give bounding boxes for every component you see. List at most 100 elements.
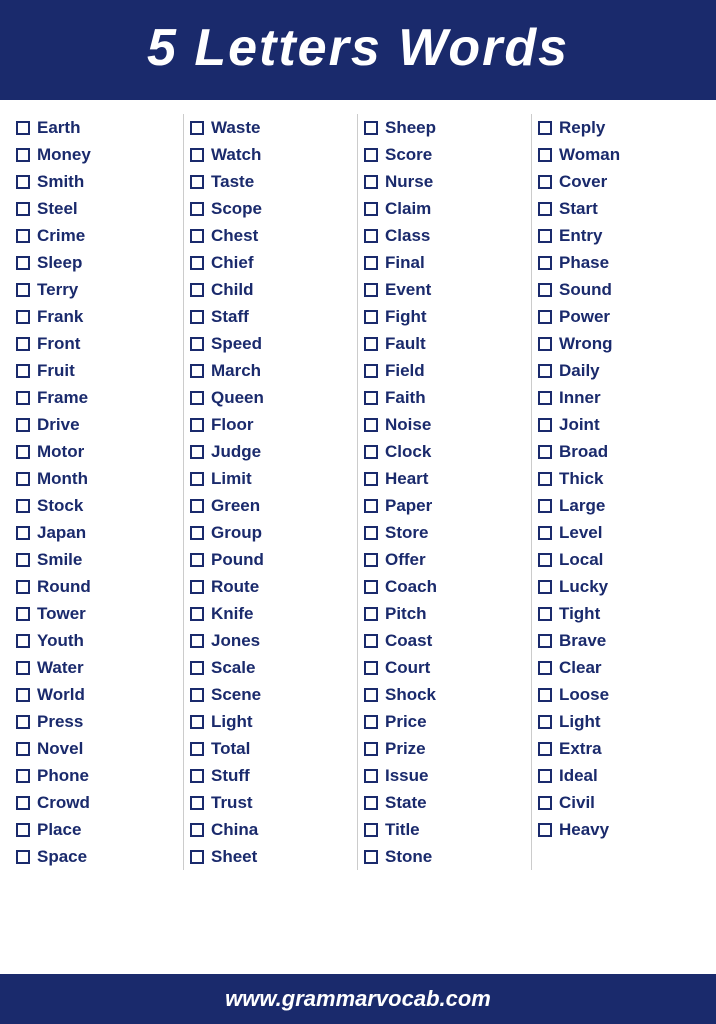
checkbox-icon[interactable] xyxy=(538,418,552,432)
word-item[interactable]: China xyxy=(188,816,353,843)
checkbox-icon[interactable] xyxy=(364,688,378,702)
word-item[interactable]: Judge xyxy=(188,438,353,465)
word-item[interactable]: Earth xyxy=(14,114,179,141)
word-item[interactable]: Press xyxy=(14,708,179,735)
checkbox-icon[interactable] xyxy=(364,742,378,756)
checkbox-icon[interactable] xyxy=(364,850,378,864)
word-item[interactable]: Floor xyxy=(188,411,353,438)
word-item[interactable]: Local xyxy=(536,546,702,573)
word-item[interactable]: Thick xyxy=(536,465,702,492)
checkbox-icon[interactable] xyxy=(16,229,30,243)
checkbox-icon[interactable] xyxy=(16,526,30,540)
checkbox-icon[interactable] xyxy=(364,310,378,324)
checkbox-icon[interactable] xyxy=(190,526,204,540)
word-item[interactable]: Scope xyxy=(188,195,353,222)
word-item[interactable]: Round xyxy=(14,573,179,600)
checkbox-icon[interactable] xyxy=(364,418,378,432)
word-item[interactable]: Broad xyxy=(536,438,702,465)
checkbox-icon[interactable] xyxy=(16,688,30,702)
checkbox-icon[interactable] xyxy=(538,823,552,837)
checkbox-icon[interactable] xyxy=(538,364,552,378)
word-item[interactable]: Watch xyxy=(188,141,353,168)
checkbox-icon[interactable] xyxy=(16,121,30,135)
checkbox-icon[interactable] xyxy=(538,742,552,756)
word-item[interactable]: Japan xyxy=(14,519,179,546)
checkbox-icon[interactable] xyxy=(16,202,30,216)
checkbox-icon[interactable] xyxy=(190,121,204,135)
word-item[interactable]: Class xyxy=(362,222,527,249)
checkbox-icon[interactable] xyxy=(538,391,552,405)
word-item[interactable]: Shock xyxy=(362,681,527,708)
word-item[interactable]: Ideal xyxy=(536,762,702,789)
checkbox-icon[interactable] xyxy=(190,769,204,783)
checkbox-icon[interactable] xyxy=(538,499,552,513)
word-item[interactable]: Stone xyxy=(362,843,527,870)
word-item[interactable]: Novel xyxy=(14,735,179,762)
word-item[interactable]: Route xyxy=(188,573,353,600)
word-item[interactable]: Civil xyxy=(536,789,702,816)
checkbox-icon[interactable] xyxy=(364,634,378,648)
word-item[interactable]: Sleep xyxy=(14,249,179,276)
checkbox-icon[interactable] xyxy=(190,850,204,864)
word-item[interactable]: Steel xyxy=(14,195,179,222)
checkbox-icon[interactable] xyxy=(190,715,204,729)
word-item[interactable]: Clear xyxy=(536,654,702,681)
word-item[interactable]: Nurse xyxy=(362,168,527,195)
word-item[interactable]: Event xyxy=(362,276,527,303)
checkbox-icon[interactable] xyxy=(190,337,204,351)
word-item[interactable]: Start xyxy=(536,195,702,222)
word-item[interactable]: Level xyxy=(536,519,702,546)
checkbox-icon[interactable] xyxy=(538,607,552,621)
checkbox-icon[interactable] xyxy=(538,229,552,243)
checkbox-icon[interactable] xyxy=(190,202,204,216)
checkbox-icon[interactable] xyxy=(538,472,552,486)
checkbox-icon[interactable] xyxy=(364,499,378,513)
checkbox-icon[interactable] xyxy=(364,472,378,486)
word-item[interactable]: State xyxy=(362,789,527,816)
word-item[interactable]: Final xyxy=(362,249,527,276)
checkbox-icon[interactable] xyxy=(190,634,204,648)
word-item[interactable]: Money xyxy=(14,141,179,168)
word-item[interactable]: Scale xyxy=(188,654,353,681)
checkbox-icon[interactable] xyxy=(538,769,552,783)
word-item[interactable]: Stock xyxy=(14,492,179,519)
word-item[interactable]: March xyxy=(188,357,353,384)
word-item[interactable]: Wrong xyxy=(536,330,702,357)
word-item[interactable]: Cover xyxy=(536,168,702,195)
checkbox-icon[interactable] xyxy=(364,607,378,621)
checkbox-icon[interactable] xyxy=(190,607,204,621)
word-item[interactable]: Group xyxy=(188,519,353,546)
word-item[interactable]: Inner xyxy=(536,384,702,411)
word-item[interactable]: Entry xyxy=(536,222,702,249)
word-item[interactable]: Frame xyxy=(14,384,179,411)
word-item[interactable]: Noise xyxy=(362,411,527,438)
word-item[interactable]: Daily xyxy=(536,357,702,384)
checkbox-icon[interactable] xyxy=(364,337,378,351)
checkbox-icon[interactable] xyxy=(538,688,552,702)
word-item[interactable]: Fault xyxy=(362,330,527,357)
checkbox-icon[interactable] xyxy=(364,769,378,783)
word-item[interactable]: Frank xyxy=(14,303,179,330)
word-item[interactable]: Field xyxy=(362,357,527,384)
checkbox-icon[interactable] xyxy=(190,310,204,324)
word-item[interactable]: Child xyxy=(188,276,353,303)
checkbox-icon[interactable] xyxy=(190,418,204,432)
word-item[interactable]: Green xyxy=(188,492,353,519)
word-item[interactable]: Drive xyxy=(14,411,179,438)
word-item[interactable]: Store xyxy=(362,519,527,546)
word-item[interactable]: Smile xyxy=(14,546,179,573)
checkbox-icon[interactable] xyxy=(190,499,204,513)
checkbox-icon[interactable] xyxy=(364,796,378,810)
word-item[interactable]: Front xyxy=(14,330,179,357)
word-item[interactable]: Claim xyxy=(362,195,527,222)
word-item[interactable]: Total xyxy=(188,735,353,762)
checkbox-icon[interactable] xyxy=(16,499,30,513)
word-item[interactable]: Loose xyxy=(536,681,702,708)
checkbox-icon[interactable] xyxy=(364,121,378,135)
checkbox-icon[interactable] xyxy=(190,364,204,378)
checkbox-icon[interactable] xyxy=(538,202,552,216)
word-item[interactable]: Knife xyxy=(188,600,353,627)
word-item[interactable]: Tight xyxy=(536,600,702,627)
checkbox-icon[interactable] xyxy=(190,823,204,837)
checkbox-icon[interactable] xyxy=(538,715,552,729)
